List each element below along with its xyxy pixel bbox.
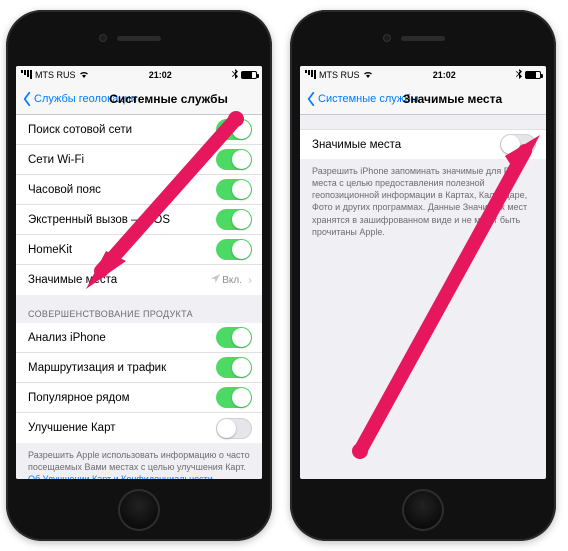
- list-group: Значимые места: [300, 129, 546, 159]
- row-wifi-networks[interactable]: Сети Wi-Fi: [16, 145, 262, 175]
- row-label: Значимые места: [28, 274, 211, 286]
- row-label: Маршрутизация и трафик: [28, 362, 216, 374]
- toggle-switch[interactable]: [216, 327, 252, 348]
- home-button[interactable]: [118, 489, 160, 531]
- row-label: Популярное рядом: [28, 392, 216, 404]
- row-label: Экстренный вызов — SOS: [28, 214, 216, 226]
- clock-label: 21:02: [149, 70, 172, 80]
- back-button[interactable]: Системные службы: [306, 92, 419, 106]
- row-iphone-analytics[interactable]: Анализ iPhone: [16, 323, 262, 353]
- nav-bar: Системные службы Значимые места: [300, 83, 546, 115]
- speaker-slot: [401, 36, 445, 41]
- nav-title: Значимые места: [403, 92, 502, 106]
- footer-text: Разрешить iPhone запоминать значимые для…: [312, 166, 527, 237]
- bluetooth-icon: [516, 69, 522, 81]
- wifi-icon: [363, 70, 373, 80]
- toggle-switch[interactable]: [216, 239, 252, 260]
- carrier-label: MTS RUS: [35, 70, 76, 80]
- row-emergency-sos[interactable]: Экстренный вызов — SOS: [16, 205, 262, 235]
- footer-link[interactable]: Об Улучшении Карт и Конфиденциальности…: [28, 474, 222, 479]
- row-label: HomeKit: [28, 244, 216, 256]
- battery-icon: [525, 71, 541, 79]
- section-header-improvement: СОВЕРШЕНСТВОВАНИЕ ПРОДУКТА: [16, 295, 262, 323]
- signal-icon: [305, 70, 316, 79]
- toggle-switch[interactable]: [216, 387, 252, 408]
- status-bar: MTS RUS 21:02: [16, 66, 262, 83]
- phone-frame-left: MTS RUS 21:02 Службы геолокации Системны…: [6, 10, 272, 541]
- toggle-switch[interactable]: [216, 119, 252, 140]
- front-camera: [99, 34, 107, 42]
- bluetooth-icon: [232, 69, 238, 81]
- toggle-switch[interactable]: [216, 418, 252, 439]
- clock-label: 21:02: [433, 70, 456, 80]
- wifi-icon: [79, 70, 89, 80]
- row-label: Значимые места: [312, 139, 500, 151]
- row-detail: Вкл.: [211, 274, 242, 286]
- chevron-left-icon: [306, 92, 316, 106]
- list-group-1: Поиск сотовой сети Сети Wi-Fi Часовой по…: [16, 115, 262, 295]
- location-arrow-icon: [211, 274, 220, 286]
- row-label: Сети Wi-Fi: [28, 154, 216, 166]
- signal-icon: [21, 70, 32, 79]
- row-label: Анализ iPhone: [28, 332, 216, 344]
- row-significant-locations[interactable]: Значимые места Вкл. ›: [16, 265, 262, 295]
- toggle-switch[interactable]: [216, 209, 252, 230]
- row-cell-search[interactable]: Поиск сотовой сети: [16, 115, 262, 145]
- carrier-label: MTS RUS: [319, 70, 360, 80]
- battery-icon: [241, 71, 257, 79]
- row-label: Поиск сотовой сети: [28, 124, 216, 136]
- status-bar: MTS RUS 21:02: [300, 66, 546, 83]
- home-button[interactable]: [402, 489, 444, 531]
- row-popular-near-me[interactable]: Популярное рядом: [16, 383, 262, 413]
- chevron-right-icon: ›: [248, 273, 252, 287]
- toggle-switch[interactable]: [500, 134, 536, 155]
- row-significant-locations-toggle[interactable]: Значимые места: [300, 129, 546, 159]
- spacer: [300, 115, 546, 129]
- row-time-zone[interactable]: Часовой пояс: [16, 175, 262, 205]
- footer-note: Разрешить Apple использовать информацию …: [16, 443, 262, 479]
- front-camera: [383, 34, 391, 42]
- phone-frame-right: MTS RUS 21:02 Системные службы Значимые …: [290, 10, 556, 541]
- row-improve-maps[interactable]: Улучшение Карт: [16, 413, 262, 443]
- nav-title: Системные службы: [109, 92, 228, 106]
- toggle-switch[interactable]: [216, 357, 252, 378]
- footer-text: Разрешить Apple использовать информацию …: [28, 450, 250, 472]
- toggle-switch[interactable]: [216, 149, 252, 170]
- nav-bar: Службы геолокации Системные службы: [16, 83, 262, 115]
- screen-left: MTS RUS 21:02 Службы геолокации Системны…: [16, 66, 262, 479]
- screen-right: MTS RUS 21:02 Системные службы Значимые …: [300, 66, 546, 479]
- row-label: Улучшение Карт: [28, 422, 216, 434]
- detail-text: Вкл.: [222, 275, 242, 286]
- speaker-slot: [117, 36, 161, 41]
- toggle-switch[interactable]: [216, 179, 252, 200]
- row-homekit[interactable]: HomeKit: [16, 235, 262, 265]
- list-group-2: Анализ iPhone Маршрутизация и трафик Поп…: [16, 323, 262, 443]
- row-label: Часовой пояс: [28, 184, 216, 196]
- chevron-left-icon: [22, 92, 32, 106]
- footer-note: Разрешить iPhone запоминать значимые для…: [300, 159, 546, 246]
- row-routing-traffic[interactable]: Маршрутизация и трафик: [16, 353, 262, 383]
